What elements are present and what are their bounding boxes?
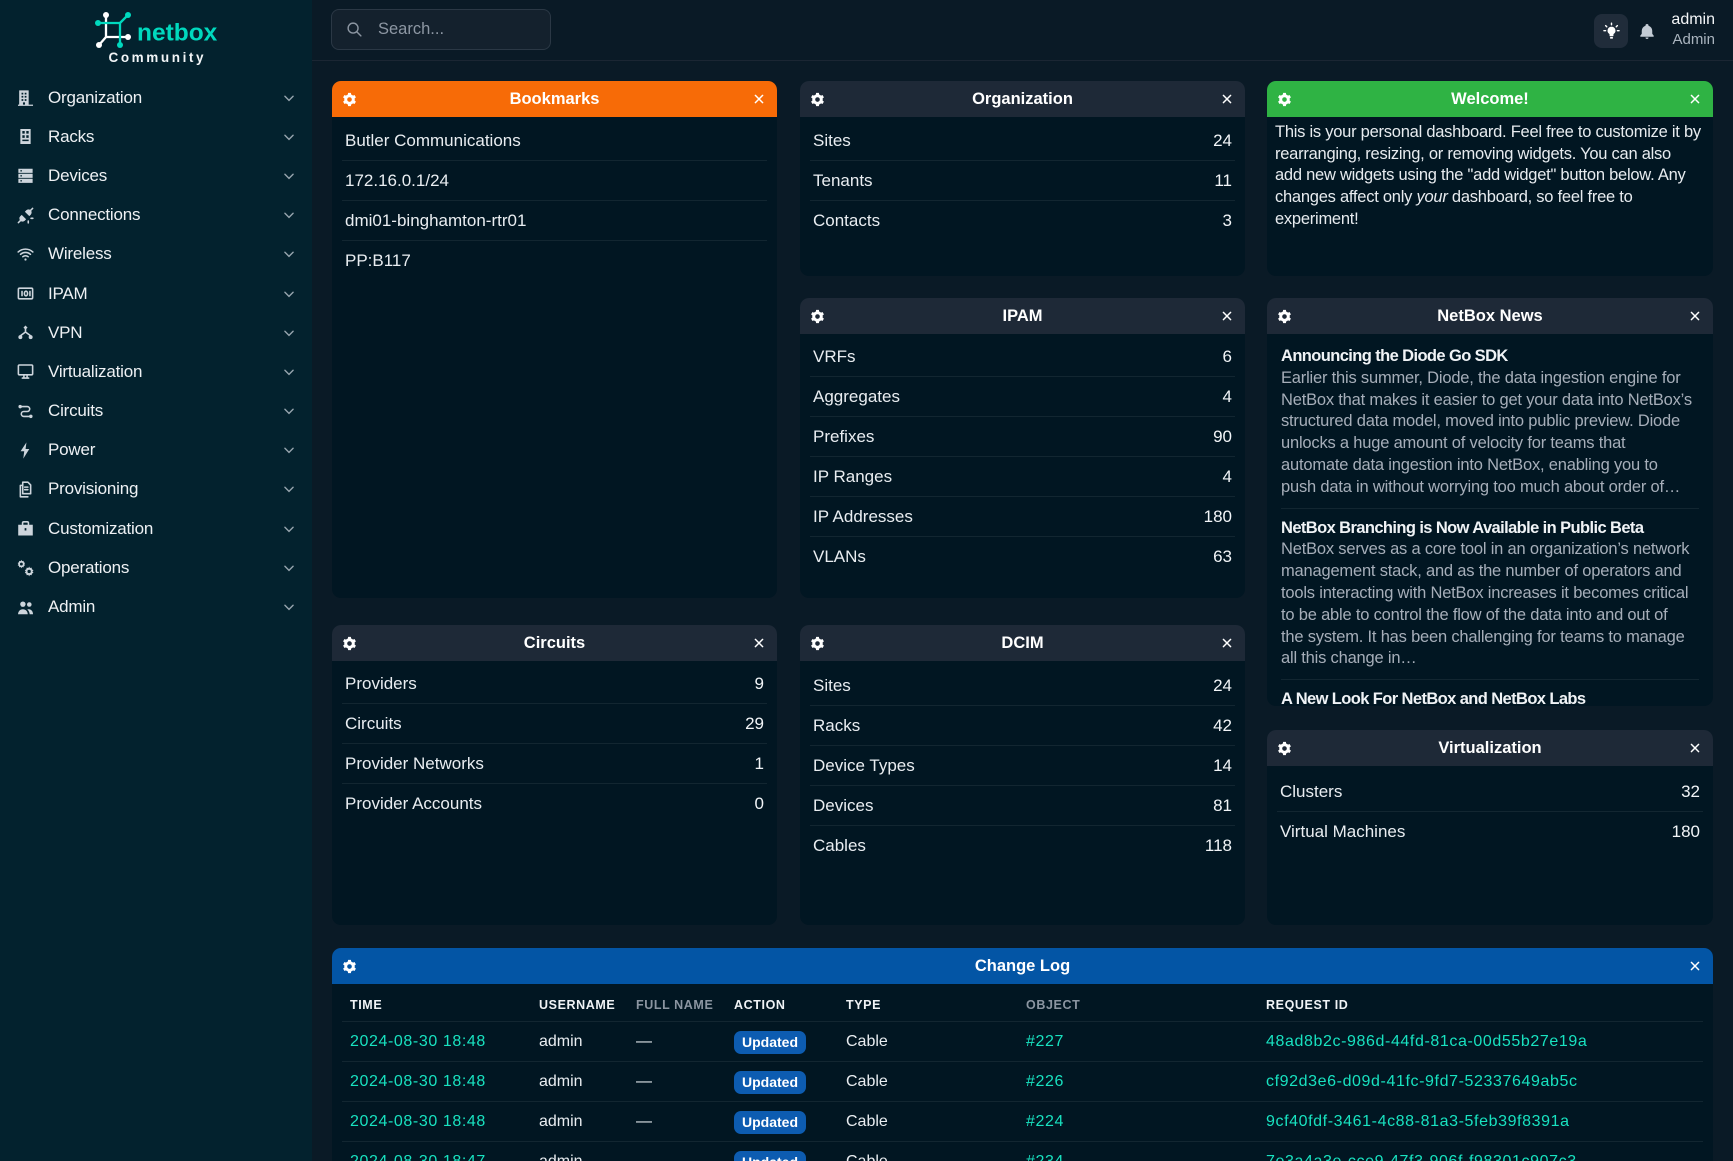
svg-text:netbox: netbox: [137, 20, 218, 47]
